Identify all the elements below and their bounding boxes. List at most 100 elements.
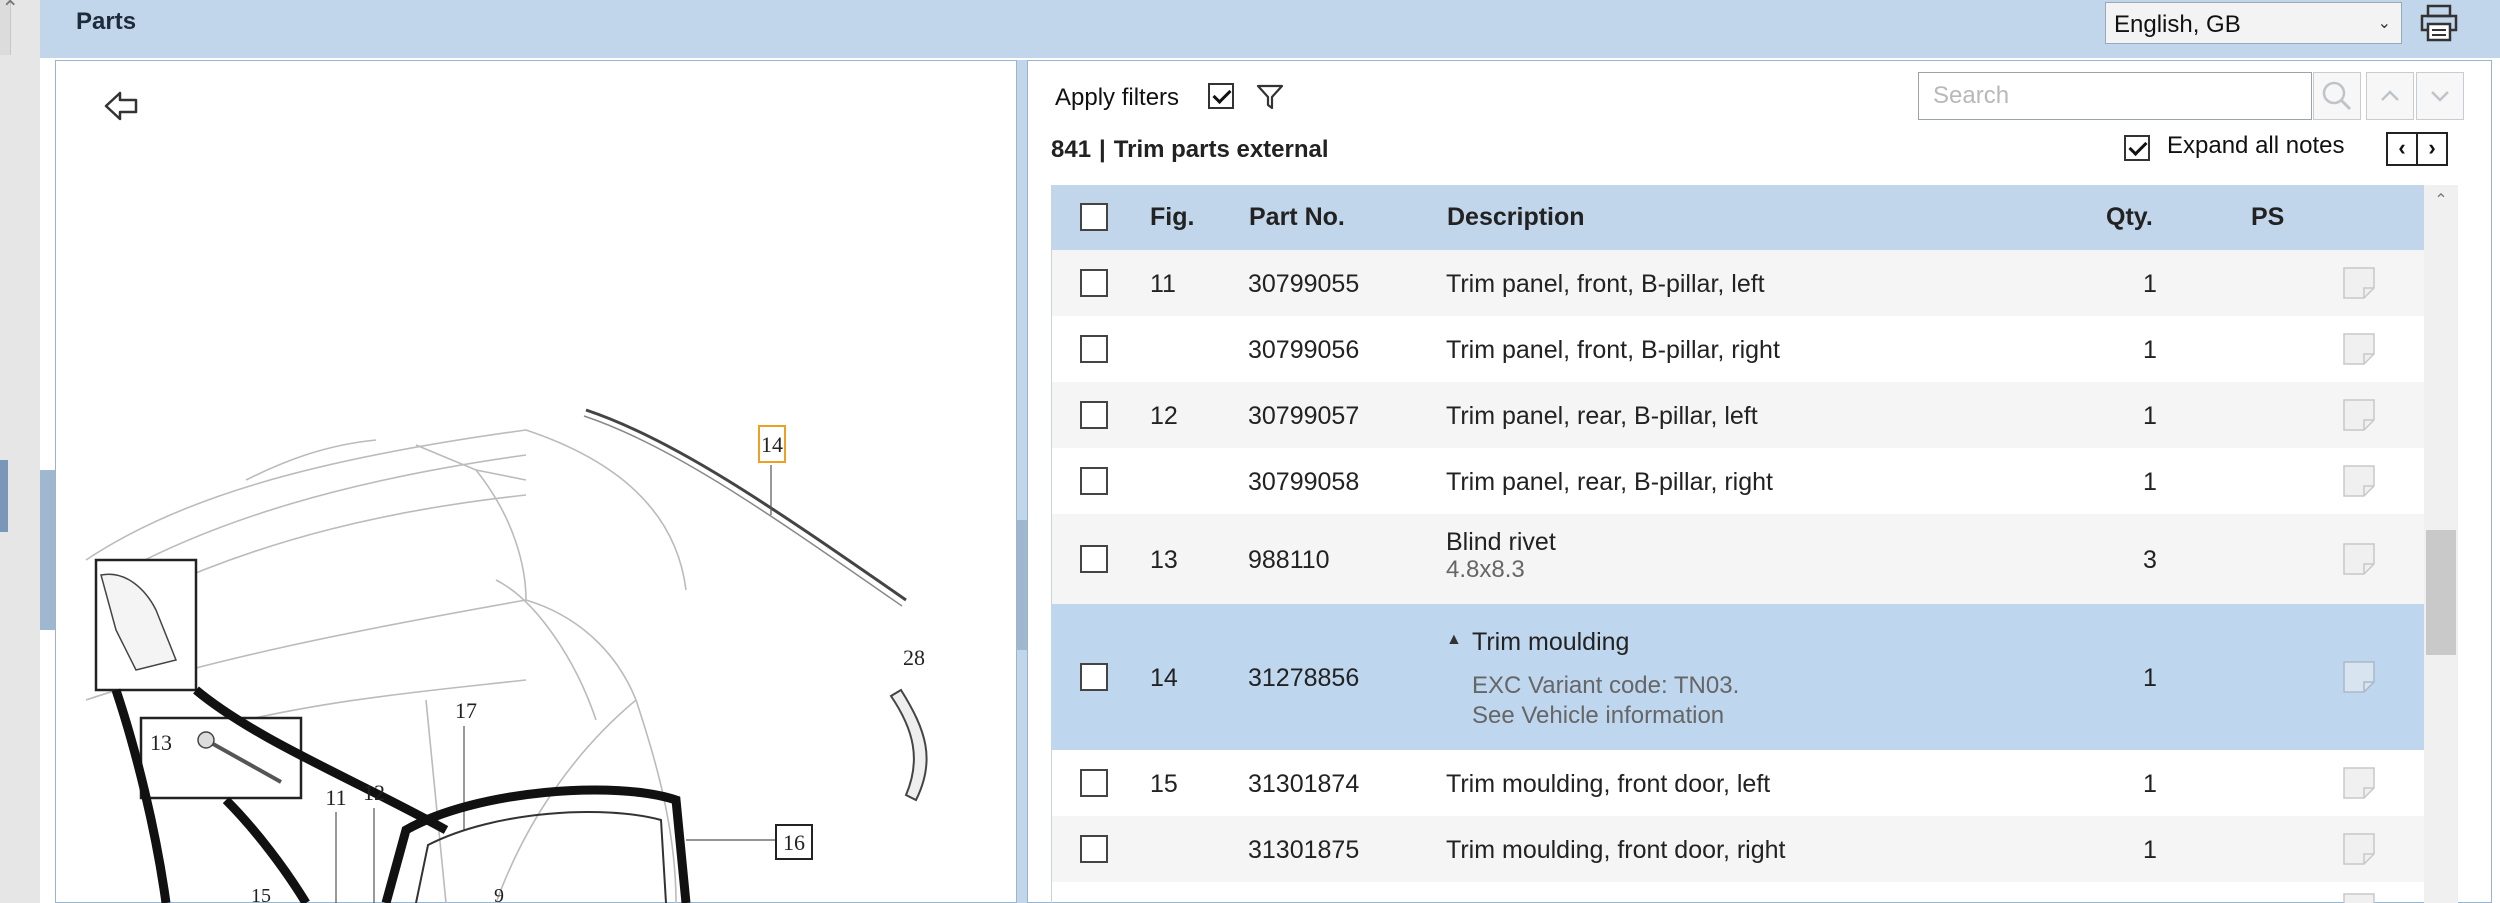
table-row[interactable]: 11 30799055 Trim panel, front, B-pillar,…: [1052, 250, 2425, 316]
col-qty[interactable]: Qty.: [2106, 203, 2153, 232]
collapse-triangle-icon[interactable]: ▲: [1446, 631, 1462, 649]
search-icon: [2322, 81, 2352, 111]
table-scrollbar-thumb[interactable]: [2426, 530, 2456, 655]
col-part-no[interactable]: Part No.: [1249, 203, 1345, 232]
note-icon[interactable]: [2342, 832, 2376, 866]
note-icon[interactable]: [2342, 542, 2376, 576]
print-icon[interactable]: [2418, 2, 2460, 44]
row-sub-description: 4.8x8.3: [1446, 556, 1525, 583]
row-qty: 1: [2143, 468, 2157, 496]
search-input[interactable]: [1931, 73, 2305, 119]
row-checkbox[interactable]: [1080, 467, 1108, 495]
callout-28[interactable]: 28: [903, 645, 925, 670]
pane-splitter[interactable]: [1017, 60, 1027, 903]
row-description: Trim panel, rear, B-pillar, left: [1446, 402, 1758, 430]
search-next-button[interactable]: [2416, 72, 2464, 120]
search-field[interactable]: [1918, 72, 2312, 120]
row-part-no: 31278856: [1248, 664, 1360, 692]
row-part-no: 30799058: [1248, 468, 1360, 496]
col-fig[interactable]: Fig.: [1150, 203, 1194, 232]
col-ps[interactable]: PS: [2251, 203, 2284, 232]
note-icon[interactable]: [2342, 332, 2376, 366]
row-checkbox[interactable]: [1080, 769, 1108, 797]
table-row[interactable]: 30799058 Trim panel, rear, B-pillar, rig…: [1052, 448, 2425, 514]
row-qty: 1: [2143, 402, 2157, 430]
page-title: Parts: [76, 8, 137, 35]
row-fig: 15: [1150, 770, 1178, 798]
note-icon[interactable]: [2342, 464, 2376, 498]
language-value: English, GB: [2114, 11, 2241, 38]
row-qty: 1: [2143, 770, 2157, 798]
row-part-no: 988110: [1248, 546, 1330, 574]
filter-icon[interactable]: [1255, 82, 1285, 112]
apply-filters-label: Apply filters: [1055, 84, 1180, 111]
col-description[interactable]: Description: [1447, 203, 1585, 232]
note-icon[interactable]: [2342, 766, 2376, 800]
parts-table: Fig. Part No. Description Qty. PS 11 307…: [1051, 185, 2425, 903]
row-qty: 1: [2143, 836, 2157, 864]
table-header: Fig. Part No. Description Qty. PS: [1052, 185, 2425, 250]
scroll-up-icon[interactable]: ⌃: [2424, 190, 2458, 214]
row-description: Trim panel, front, B-pillar, right: [1446, 336, 1780, 364]
table-row[interactable]: 13 988110 Blind rivet 4.8x8.3 3: [1052, 514, 2425, 604]
scroll-up-icon[interactable]: ⌃: [1, 0, 19, 22]
row-part-no: 30799055: [1248, 270, 1360, 298]
table-row[interactable]: 12 30799057 Trim panel, rear, B-pillar, …: [1052, 382, 2425, 448]
splitter-handle[interactable]: [1017, 520, 1027, 650]
row-qty: 3: [2143, 546, 2157, 574]
callout-16[interactable]: 16: [783, 830, 805, 855]
table-row[interactable]: 30799056 Trim panel, front, B-pillar, ri…: [1052, 316, 2425, 382]
search-button[interactable]: [2313, 72, 2361, 120]
table-row[interactable]: 31301875 Trim moulding, front door, righ…: [1052, 816, 2425, 882]
table-row-selected[interactable]: 14 31278856 ▲ Trim moulding EXC Variant …: [1052, 604, 2425, 750]
row-qty: 1: [2143, 336, 2157, 364]
row-description: Trim moulding, front door, left: [1446, 770, 1771, 798]
callout-11[interactable]: 11: [325, 785, 346, 810]
note-icon[interactable]: [2342, 398, 2376, 432]
callout-15[interactable]: 15: [251, 885, 271, 903]
left-collapse-handle[interactable]: [40, 470, 55, 630]
row-part-no: 31301875: [1248, 836, 1360, 864]
row-note-line-2[interactable]: See Vehicle information: [1472, 702, 1724, 730]
language-select[interactable]: English, GB ⌄: [2105, 2, 2402, 44]
row-checkbox[interactable]: [1080, 835, 1108, 863]
row-description: Trim panel, front, B-pillar, left: [1446, 270, 1765, 298]
row-qty: 1: [2143, 270, 2157, 298]
chevron-down-icon: [2431, 91, 2449, 102]
select-all-checkbox[interactable]: [1080, 203, 1108, 231]
row-description: Blind rivet: [1446, 528, 1556, 556]
back-arrow-icon[interactable]: [102, 88, 142, 124]
row-qty: 1: [2143, 664, 2157, 692]
callout-17[interactable]: 17: [455, 698, 477, 723]
apply-filters-checkbox[interactable]: [1208, 83, 1234, 109]
row-fig: 11: [1150, 270, 1176, 298]
chevron-down-icon: ⌄: [2377, 15, 2391, 32]
row-checkbox[interactable]: [1080, 663, 1108, 691]
note-icon[interactable]: [2342, 660, 2376, 694]
callout-9[interactable]: 9: [494, 885, 504, 903]
chevron-up-icon: [2381, 90, 2399, 101]
search-prev-button[interactable]: [2366, 72, 2414, 120]
row-checkbox[interactable]: [1080, 545, 1108, 573]
note-icon[interactable]: [2342, 892, 2376, 903]
table-row[interactable]: [1052, 882, 2425, 903]
section-separator: |: [1099, 136, 1106, 163]
callout-14[interactable]: 14: [761, 432, 783, 457]
section-number: 841: [1051, 136, 1092, 163]
exploded-diagram: 14 28 17 13 11 12 16 15 9: [85, 408, 928, 903]
expand-all-checkbox[interactable]: [2124, 135, 2150, 161]
outer-scrollbar[interactable]: ⌃: [0, 0, 19, 55]
expand-all-label: Expand all notes: [2167, 132, 2345, 159]
prev-section-button[interactable]: ‹: [2386, 132, 2418, 166]
row-fig: 13: [1150, 546, 1178, 574]
table-row[interactable]: 15 31301874 Trim moulding, front door, l…: [1052, 750, 2425, 816]
row-checkbox[interactable]: [1080, 269, 1108, 297]
next-section-button[interactable]: ›: [2416, 132, 2448, 166]
note-icon[interactable]: [2342, 266, 2376, 300]
row-checkbox[interactable]: [1080, 335, 1108, 363]
callout-13[interactable]: 13: [150, 730, 172, 755]
callout-12[interactable]: 12: [363, 780, 385, 805]
row-description: Trim panel, rear, B-pillar, right: [1446, 468, 1773, 496]
row-checkbox[interactable]: [1080, 401, 1108, 429]
section-title: Trim parts external: [1113, 136, 1329, 163]
